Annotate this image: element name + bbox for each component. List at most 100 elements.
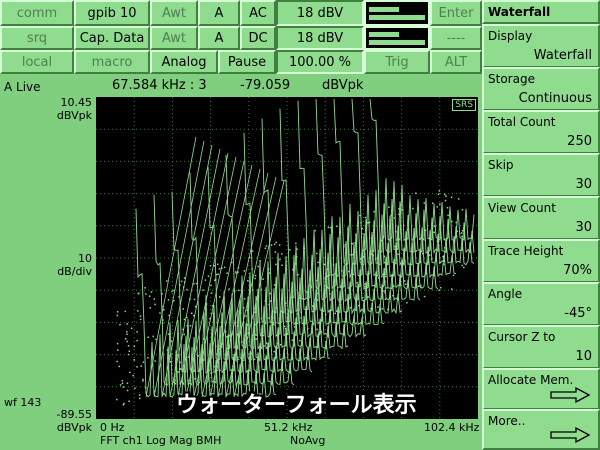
noise-point (237, 356, 239, 359)
gpib-button[interactable]: gpib 10 (74, 0, 150, 26)
noise-point (150, 291, 153, 293)
macro-button[interactable]: macro (74, 50, 150, 74)
noise-point (210, 371, 213, 374)
view-count-softkey[interactable]: View Count 30 (482, 196, 600, 240)
noise-point (254, 277, 256, 280)
noise-point (175, 361, 178, 364)
noise-point (211, 304, 214, 307)
skip-softkey[interactable]: Skip 30 (482, 153, 600, 197)
noise-point (238, 289, 240, 292)
noise-point (359, 258, 362, 260)
noise-point (384, 292, 386, 294)
noise-point (286, 333, 289, 335)
pause-button[interactable]: Pause (218, 50, 276, 74)
noise-point (251, 289, 254, 291)
trig-button[interactable]: Trig (364, 50, 430, 74)
noise-point (154, 390, 156, 392)
noise-point (145, 293, 147, 295)
alt-button[interactable]: ALT (430, 50, 482, 74)
angle-softkey[interactable]: Angle -45° (482, 282, 600, 326)
range-field-1[interactable]: 18 dBV (276, 0, 364, 26)
noise-point (412, 207, 414, 210)
noise-point (176, 354, 178, 356)
noise-point (169, 361, 172, 363)
noise-point (205, 303, 208, 305)
noise-point (183, 351, 185, 354)
noise-point (368, 221, 371, 224)
range-field-2[interactable]: 18 dBV (276, 26, 364, 50)
noise-point (183, 281, 186, 283)
noise-point (116, 311, 119, 313)
cap-data-button[interactable]: Cap. Data (74, 26, 150, 50)
noise-point (130, 327, 133, 330)
noise-point (355, 322, 357, 325)
noise-point (173, 289, 175, 292)
ac-coupling-button[interactable]: AC (240, 0, 276, 26)
noise-point (446, 206, 449, 209)
noise-point (323, 263, 326, 266)
noise-point (183, 318, 186, 321)
noise-point (389, 226, 392, 229)
more-softkey[interactable]: More.. (482, 409, 600, 450)
noise-point (404, 283, 407, 285)
level-meter-1 (364, 0, 430, 26)
storage-softkey[interactable]: Storage Continuous (482, 67, 600, 111)
noise-point (194, 377, 196, 380)
noise-point (295, 242, 297, 245)
noise-point (231, 333, 233, 336)
input-a-button-2[interactable]: A (198, 26, 240, 50)
noise-point (183, 364, 185, 367)
awt-button-1[interactable]: Awt (150, 0, 198, 26)
noise-point (231, 261, 233, 264)
total-count-softkey[interactable]: Total Count 250 (482, 110, 600, 154)
level-meter-2 (364, 26, 430, 50)
trace-height-softkey[interactable]: Trace Height 70% (482, 239, 600, 283)
input-a-button-1[interactable]: A (198, 0, 240, 26)
noise-point (349, 307, 352, 309)
noise-point (168, 314, 170, 317)
srq-button[interactable]: srq (0, 26, 74, 50)
meter-bar-bottom (369, 40, 425, 45)
noise-point (296, 313, 298, 315)
noise-point (279, 258, 281, 261)
allocate-mem-softkey[interactable]: Allocate Mem. (482, 368, 600, 410)
noise-point (352, 253, 354, 256)
noise-point (425, 267, 427, 270)
noise-point (398, 208, 400, 210)
dashes-button[interactable]: ---- (430, 26, 482, 50)
noise-point (403, 280, 406, 282)
noise-point (395, 231, 397, 233)
noise-point (265, 342, 268, 344)
noise-point (336, 225, 338, 227)
noise-point (391, 205, 393, 208)
noise-point (337, 286, 339, 289)
noise-point (138, 292, 140, 294)
noise-point (461, 229, 464, 232)
noise-point (299, 296, 301, 299)
noise-point (288, 324, 290, 327)
display-softkey[interactable]: Display Waterfall (482, 24, 600, 68)
noise-point (161, 322, 164, 324)
local-button[interactable]: local (0, 50, 74, 74)
right-arrow-icon (550, 387, 590, 403)
noise-point (247, 279, 249, 282)
enter-button[interactable]: Enter (430, 0, 482, 26)
comm-button[interactable]: comm (0, 0, 74, 26)
noise-point (384, 298, 387, 301)
cursor-z-softkey[interactable]: Cursor Z to 10 (482, 325, 600, 369)
dc-coupling-button[interactable]: DC (240, 26, 276, 50)
noise-point (370, 237, 373, 239)
right-arrow-icon (550, 427, 590, 443)
noise-point (285, 302, 287, 305)
awt-button-2[interactable]: Awt (150, 26, 198, 50)
softkey-label: Skip (488, 158, 514, 172)
noise-point (318, 331, 320, 334)
noise-point (264, 300, 267, 302)
noise-point (343, 246, 345, 248)
noise-point (129, 371, 131, 374)
noise-point (154, 303, 156, 306)
analog-button[interactable]: Analog (150, 50, 218, 74)
noise-point (116, 360, 118, 363)
waterfall-plot[interactable]: SRS (96, 97, 478, 419)
noise-point (382, 235, 385, 238)
